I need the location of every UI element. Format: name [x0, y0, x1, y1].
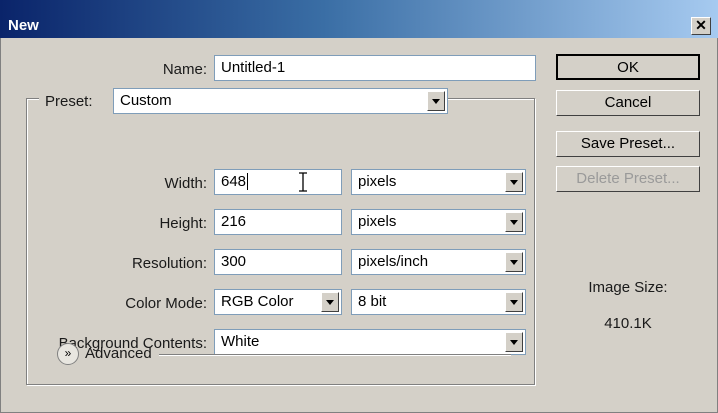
- width-unit-value: pixels: [358, 173, 397, 190]
- color-mode-select[interactable]: RGB Color: [214, 289, 342, 315]
- bit-depth-value: 8 bit: [358, 293, 387, 310]
- name-label: Name:: [162, 61, 207, 78]
- color-mode-label: Color Mode:: [125, 295, 207, 312]
- preset-value: Custom: [120, 92, 172, 109]
- width-value: 648: [221, 173, 247, 190]
- text-cursor-icon: [299, 172, 307, 192]
- chevron-down-icon[interactable]: [321, 292, 339, 312]
- window-title: New: [8, 17, 39, 34]
- title-bar: New ✕: [0, 0, 718, 38]
- resolution-input[interactable]: 300: [214, 249, 342, 275]
- expand-advanced-icon[interactable]: »: [57, 343, 79, 365]
- height-label: Height:: [159, 215, 207, 232]
- width-label: Width:: [164, 175, 207, 192]
- delete-preset-button: Delete Preset...: [556, 166, 700, 192]
- resolution-unit-select[interactable]: pixels/inch: [351, 249, 526, 275]
- resolution-unit-value: pixels/inch: [358, 253, 429, 270]
- preset-select[interactable]: Custom: [113, 88, 448, 114]
- background-select[interactable]: White: [214, 329, 526, 355]
- width-unit-select[interactable]: pixels: [351, 169, 526, 195]
- height-input[interactable]: 216: [214, 209, 342, 235]
- color-mode-value: RGB Color: [221, 293, 294, 310]
- chevron-down-icon[interactable]: [505, 332, 523, 352]
- height-unit-value: pixels: [358, 213, 397, 230]
- image-size-value: 410.1K: [604, 315, 652, 332]
- preset-label: Preset:: [39, 93, 114, 110]
- chevron-down-icon[interactable]: [505, 212, 523, 232]
- ok-button[interactable]: OK: [556, 54, 700, 80]
- advanced-label[interactable]: Advanced: [85, 345, 152, 362]
- name-input[interactable]: Untitled-1: [214, 55, 536, 81]
- height-unit-select[interactable]: pixels: [351, 209, 526, 235]
- new-document-dialog: Name: Untitled-1 Preset: Custom Width: 6…: [0, 38, 718, 413]
- advanced-divider: [159, 354, 511, 355]
- image-size-label: Image Size:: [588, 279, 668, 296]
- resolution-label: Resolution:: [131, 255, 207, 272]
- save-preset-button[interactable]: Save Preset...: [556, 131, 700, 157]
- chevron-down-icon[interactable]: [505, 172, 523, 192]
- chevron-down-icon[interactable]: [505, 252, 523, 272]
- close-icon[interactable]: ✕: [691, 17, 711, 35]
- bit-depth-select[interactable]: 8 bit: [351, 289, 526, 315]
- width-input[interactable]: 648: [214, 169, 342, 195]
- chevron-down-icon[interactable]: [427, 91, 445, 111]
- cancel-button[interactable]: Cancel: [556, 90, 700, 116]
- chevron-down-icon[interactable]: [505, 292, 523, 312]
- background-value: White: [221, 333, 260, 350]
